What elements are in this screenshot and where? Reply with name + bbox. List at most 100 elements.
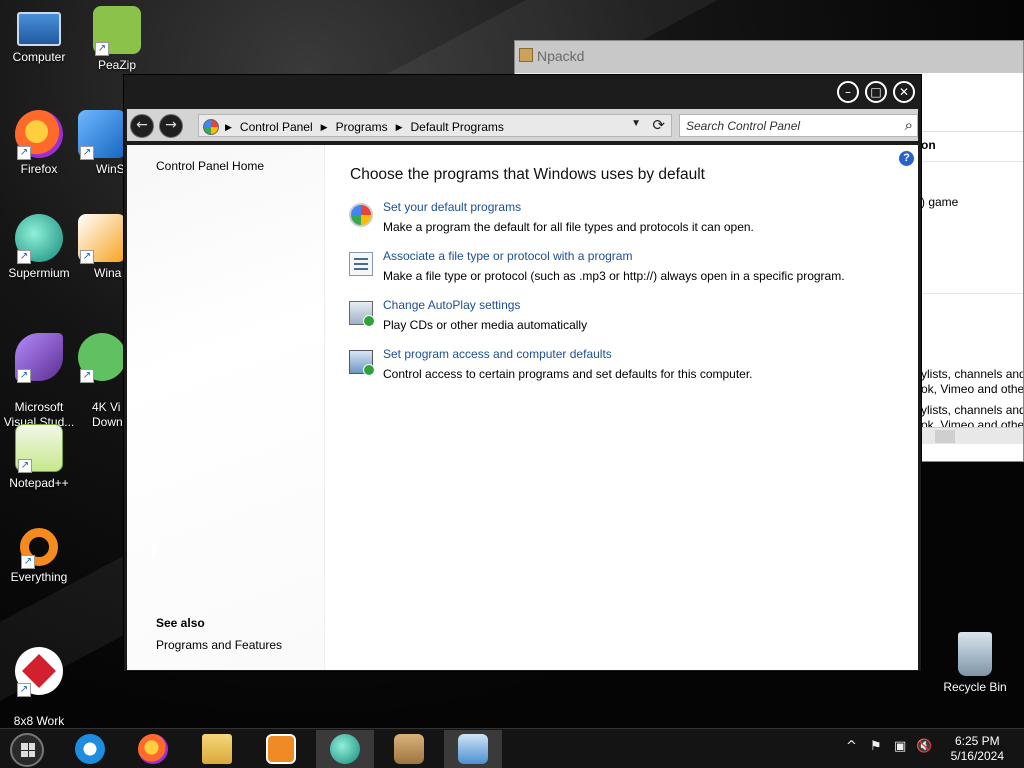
- breadcrumb-default-programs[interactable]: Default Programs: [411, 120, 504, 134]
- desktop-icon-label: PeaZip: [97, 58, 137, 72]
- desktop-icon-notepad-plus-plus[interactable]: ↗ Notepad++: [0, 424, 78, 491]
- taskbar-file-explorer[interactable]: [188, 730, 246, 768]
- taskbar-npackd[interactable]: [380, 730, 438, 768]
- breadcrumb: ▶ Control Panel ▶ Programs ▶ Default Pro…: [203, 119, 504, 135]
- tray-overflow-icon[interactable]: ^: [846, 739, 857, 754]
- programs-and-features-link[interactable]: Programs and Features: [156, 638, 282, 652]
- desktop-icon-firefox[interactable]: ↗ Firefox: [0, 110, 78, 177]
- refresh-icon[interactable]: ⟳: [652, 116, 665, 134]
- network-icon[interactable]: ▣: [894, 739, 906, 754]
- chevron-right-icon[interactable]: ▶: [225, 122, 232, 133]
- flag-icon[interactable]: ⚑: [870, 739, 882, 754]
- desktop-icon-label: 4K Vi Downlo: [92, 400, 124, 429]
- search-input[interactable]: [686, 118, 886, 134]
- 8x8-work-icon: ↗: [15, 647, 63, 697]
- clock[interactable]: 6:25 PM 5/16/2024: [951, 734, 1004, 764]
- npackd-list-item[interactable]: ) game: [921, 195, 1023, 209]
- address-history-dropdown-icon[interactable]: ▼: [631, 118, 641, 129]
- change-autoplay-link[interactable]: Change AutoPlay settings: [383, 298, 520, 312]
- winamp-icon: ↗: [78, 214, 124, 264]
- taskbar: ^ ⚑ ▣ 🔇 6:25 PM 5/16/2024: [0, 728, 1024, 768]
- navigation-bar: ← → ▶ Control Panel ▶ Programs ▶ Default…: [127, 109, 918, 141]
- forward-button[interactable]: →: [159, 114, 183, 138]
- npackd-package-list[interactable]: on ) game ylists, channels and ok, Vimeo…: [921, 73, 1023, 461]
- desktop-icon-peazip[interactable]: ↗ PeaZip: [78, 6, 156, 73]
- address-bar[interactable]: ▶ Control Panel ▶ Programs ▶ Default Pro…: [198, 114, 672, 137]
- taskbar-media-player[interactable]: [252, 730, 310, 768]
- media-player-icon: [266, 734, 296, 764]
- desktop-icon-label: Wina: [94, 266, 122, 280]
- volume-muted-icon[interactable]: 🔇: [916, 739, 932, 754]
- file-association-icon: [349, 252, 373, 276]
- desktop-icon-recycle-bin[interactable]: Recycle Bin: [936, 632, 1014, 695]
- desktop-icon-computer[interactable]: Computer: [0, 8, 78, 65]
- npackd-column-header[interactable]: on: [921, 138, 1023, 152]
- desktop-icon-winscp[interactable]: ↗ WinS: [78, 110, 124, 177]
- firefox-icon: ↗: [15, 110, 63, 160]
- window-caption-buttons: – □ ✕: [837, 81, 915, 103]
- visual-studio-icon: ↗: [15, 333, 63, 383]
- chevron-right-icon[interactable]: ▶: [321, 122, 328, 133]
- page-title: Choose the programs that Windows uses by…: [350, 166, 705, 183]
- desktop-icon-label: 8x8 Work (managed): [13, 714, 65, 728]
- shortcut-arrow-icon: ↗: [18, 459, 32, 473]
- see-also-heading: See also: [156, 616, 205, 630]
- npackd-list-item[interactable]: ok, Vimeo and othe: [921, 382, 1023, 396]
- minimize-button[interactable]: –: [837, 81, 859, 103]
- back-button[interactable]: ←: [130, 114, 154, 138]
- npackd-icon: [394, 734, 424, 764]
- clock-time: 6:25 PM: [954, 734, 1000, 748]
- control-panel-home-link[interactable]: Control Panel Home: [156, 159, 264, 173]
- chevron-right-icon[interactable]: ▶: [396, 122, 403, 133]
- start-button[interactable]: [10, 733, 44, 767]
- folder-icon: [202, 734, 232, 764]
- winscp-icon: ↗: [78, 110, 124, 160]
- shortcut-arrow-icon: ↗: [80, 250, 94, 264]
- scrollbar-thumb[interactable]: [935, 430, 955, 443]
- task-pane: Control Panel Home See also Programs and…: [127, 145, 325, 670]
- desktop-icon-4k-video-downloader[interactable]: ↗ 4K Vi Downlo: [78, 318, 124, 445]
- breadcrumb-programs[interactable]: Programs: [336, 120, 388, 134]
- close-button[interactable]: ✕: [893, 81, 915, 103]
- taskbar-firefox[interactable]: [124, 730, 182, 768]
- computer-icon: [17, 12, 61, 46]
- help-icon[interactable]: ?: [899, 151, 914, 166]
- task-description: Make a program the default for all file …: [383, 220, 754, 234]
- system-tray: ^ ⚑ ▣ 🔇 6:25 PM 5/16/2024: [844, 729, 1024, 768]
- shortcut-arrow-icon: ↗: [17, 683, 31, 697]
- npackd-title: Npackd: [537, 48, 585, 64]
- set-default-programs-link[interactable]: Set your default programs: [383, 200, 521, 214]
- desktop-icon-label: Notepad++: [9, 476, 69, 490]
- firefox-icon: [138, 734, 168, 764]
- desktop-icon-winamp[interactable]: ↗ Wina: [78, 214, 124, 281]
- taskbar-control-panel[interactable]: [444, 730, 502, 768]
- npackd-list-item[interactable]: ylists, channels and: [921, 367, 1023, 381]
- search-icon[interactable]: ⌕: [905, 116, 913, 134]
- shortcut-arrow-icon: ↗: [17, 369, 31, 383]
- breadcrumb-control-panel[interactable]: Control Panel: [240, 120, 313, 134]
- search-box[interactable]: ⌕: [679, 114, 918, 137]
- everything-icon: ↗: [20, 528, 58, 569]
- autoplay-icon: [349, 301, 375, 327]
- associate-file-type-link[interactable]: Associate a file type or protocol with a…: [383, 249, 632, 263]
- task-set-default-programs: Set your default programs Make a program…: [349, 200, 909, 240]
- shortcut-arrow-icon: ↗: [80, 146, 94, 160]
- control-panel-window[interactable]: – □ ✕ ← → ▶ Control Panel ▶ Programs ▶ D…: [123, 74, 922, 672]
- npackd-horizontal-scrollbar[interactable]: [921, 427, 1023, 444]
- npackd-app-icon: [519, 48, 533, 62]
- program-access-defaults-link[interactable]: Set program access and computer defaults: [383, 347, 612, 361]
- supermium-icon: [330, 734, 360, 764]
- desktop-icon-everything[interactable]: ↗ Everything: [0, 528, 78, 585]
- taskbar-supermium[interactable]: [316, 730, 374, 768]
- desktop-icon-8x8-work[interactable]: ↗ 8x8 Work (managed): [0, 632, 78, 728]
- clock-date: 5/16/2024: [950, 749, 1004, 763]
- control-panel-icon: [458, 734, 488, 764]
- desktop: Computer ↗ PeaZip ↗ Firefox ↗ WinS ↗ Sup…: [0, 0, 1024, 728]
- task-description: Play CDs or other media automatically: [383, 318, 588, 332]
- taskbar-internet-explorer[interactable]: [61, 730, 119, 768]
- npackd-list-item[interactable]: ylists, channels and: [921, 403, 1023, 417]
- maximize-button[interactable]: □: [865, 81, 887, 103]
- notepad-plus-plus-icon: ↗: [15, 424, 63, 473]
- npackd-titlebar[interactable]: Npackd: [515, 41, 1023, 73]
- desktop-icon-supermium[interactable]: ↗ Supermium: [0, 214, 78, 281]
